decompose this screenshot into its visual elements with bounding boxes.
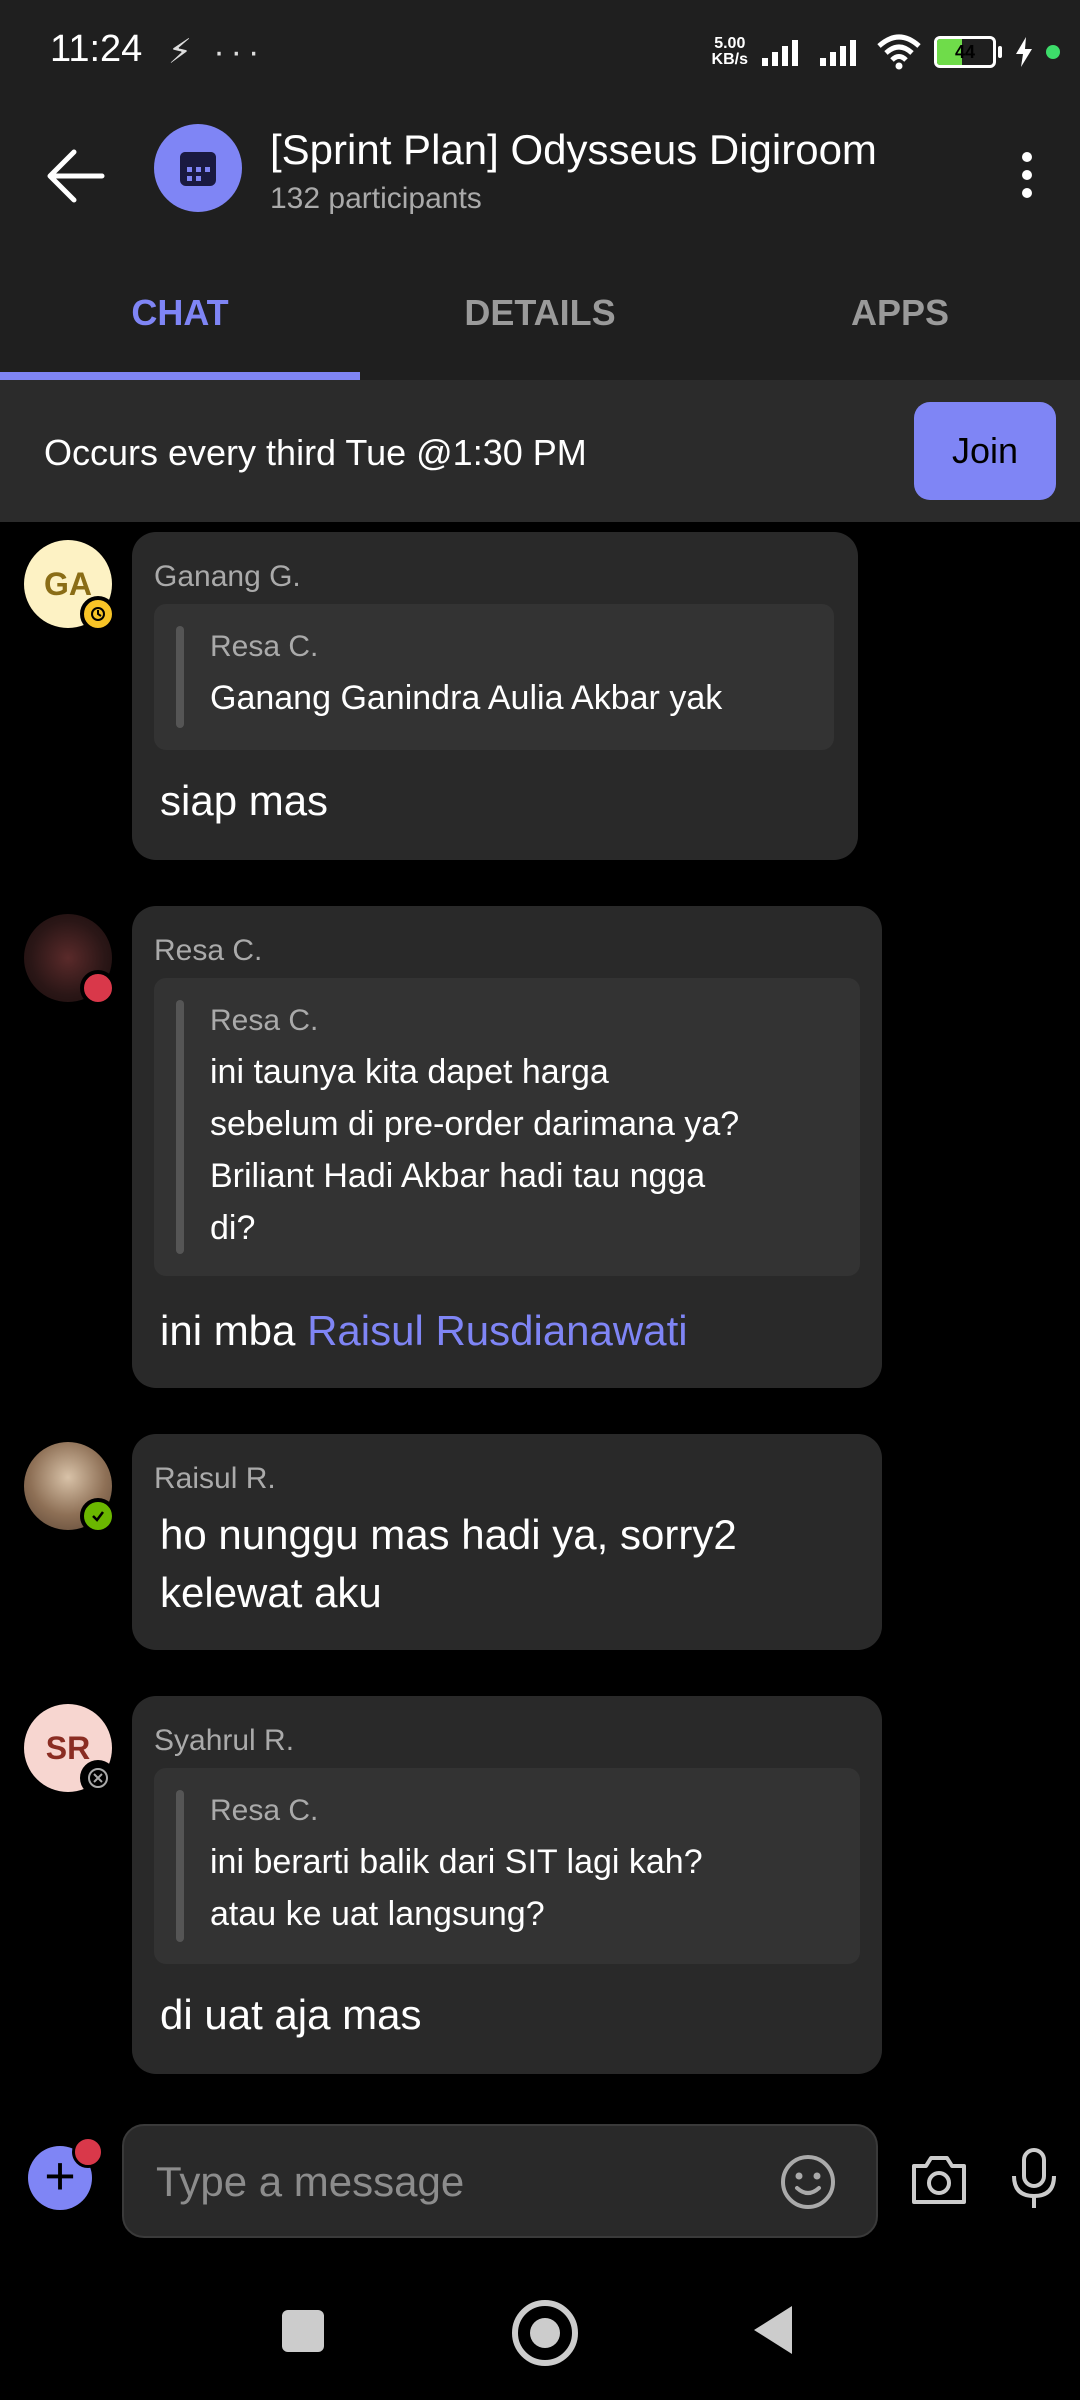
message: SR Syahrul R. Resa C. ini berarti balik …	[0, 1696, 1080, 2076]
quote-text: ini taunya kita dapet harga sebelum di p…	[210, 1046, 739, 1254]
recent-apps-button[interactable]	[282, 2310, 324, 2352]
back-button[interactable]	[40, 136, 120, 216]
network-speed: 5.00 KB/s	[712, 36, 748, 68]
more-dot	[1022, 170, 1032, 180]
status-bar: 11:24 ⚡ ··· 5.00 KB/s 44	[0, 0, 1080, 100]
quote-author: Resa C.	[210, 1004, 319, 1037]
tab-chat[interactable]: CHAT	[0, 250, 360, 380]
quote-line: sebelum di pre-order darimana ya?	[210, 1105, 740, 1143]
message-line: kelewat aku	[160, 1569, 382, 1616]
participant-count[interactable]: 132 participants	[270, 182, 482, 216]
sender-name: Syahrul R.	[154, 1724, 295, 1757]
tab-apps[interactable]: APPS	[720, 250, 1080, 380]
sender-name: Ganang G.	[154, 560, 301, 593]
quote-line: ini berarti balik dari SIT lagi kah?	[210, 1843, 703, 1881]
message: GA Ganang G. Resa C. Ganang Ganindra Aul…	[0, 532, 1080, 862]
quote-line: atau ke uat langsung?	[210, 1895, 545, 1933]
quote-author: Resa C.	[210, 630, 319, 663]
tab-details[interactable]: DETAILS	[360, 250, 720, 380]
network-speed-value: 5.00	[714, 35, 746, 52]
quote-bar	[176, 1000, 184, 1254]
quoted-reply[interactable]: Resa C. ini berarti balik dari SIT lagi …	[154, 1768, 860, 1964]
system-nav-bar	[0, 2270, 1080, 2400]
battery-level-text: 44	[954, 41, 976, 62]
message-text: siap mas	[160, 777, 329, 824]
message-bubble[interactable]: Ganang G. Resa C. Ganang Ganindra Aulia …	[132, 532, 858, 860]
signal-icon-2	[820, 40, 856, 66]
network-speed-unit: KB/s	[711, 51, 748, 68]
status-notification-icons: ⚡ ···	[168, 33, 266, 71]
chat-header: [Sprint Plan] Odysseus Digiroom 132 part…	[0, 100, 1080, 250]
wifi-icon	[877, 34, 921, 70]
quote-line: Briliant Hadi Akbar hadi tau ngga	[210, 1157, 706, 1195]
away-status-icon	[80, 596, 116, 632]
charging-icon	[1016, 37, 1032, 67]
quote-author: Resa C.	[210, 1794, 319, 1827]
home-button[interactable]	[512, 2300, 578, 2366]
quote-bar	[176, 626, 184, 728]
calendar-icon	[180, 152, 216, 186]
available-status-icon	[80, 1498, 116, 1534]
message-text: di uat aja mas	[160, 1991, 422, 2038]
status-right-icons: 5.00 KB/s 44	[712, 30, 1060, 74]
signal-icon	[762, 40, 798, 66]
quoted-reply[interactable]: Resa C. Ganang Ganindra Aulia Akbar yak	[154, 604, 834, 750]
battery-tip	[998, 46, 1002, 58]
message: Raisul R. ho nunggu mas hadi ya, sorry2 …	[0, 1434, 1080, 1652]
privacy-indicator-dot	[1046, 45, 1060, 59]
join-button[interactable]: Join	[914, 402, 1056, 500]
quote-text: Ganang Ganindra Aulia Akbar yak	[210, 679, 723, 717]
tab-bar: CHAT DETAILS APPS	[0, 250, 1080, 380]
quote-text: ini berarti balik dari SIT lagi kah? ata…	[210, 1836, 703, 1940]
mention-link[interactable]: Raisul Rusdianawati	[307, 1307, 688, 1354]
arrow-left-icon	[47, 149, 105, 203]
message-text: ini mba Raisul Rusdianawati	[160, 1302, 688, 1360]
message-text-prefix: ini mba	[160, 1307, 308, 1354]
notification-dot	[72, 2136, 104, 2168]
message-bubble[interactable]: Raisul R. ho nunggu mas hadi ya, sorry2 …	[132, 1434, 882, 1650]
meeting-recurrence: Occurs every third Tue @1:30 PM	[44, 432, 587, 473]
message-bubble[interactable]: Resa C. Resa C. ini taunya kita dapet ha…	[132, 906, 882, 1388]
home-dot	[530, 2318, 560, 2348]
message: Resa C. Resa C. ini taunya kita dapet ha…	[0, 906, 1080, 1390]
meeting-avatar[interactable]	[154, 124, 242, 212]
chat-title[interactable]: [Sprint Plan] Odysseus Digiroom	[270, 126, 877, 174]
system-back-button[interactable]	[754, 2306, 792, 2354]
more-dot	[1022, 188, 1032, 198]
battery-icon: 44	[934, 36, 996, 68]
quote-line: di?	[210, 1209, 256, 1247]
message-line: ho nunggu mas hadi ya, sorry2	[160, 1511, 737, 1558]
sender-name: Raisul R.	[154, 1462, 276, 1495]
meeting-banner: Occurs every third Tue @1:30 PM Join	[0, 380, 1080, 522]
quoted-reply[interactable]: Resa C. ini taunya kita dapet harga sebe…	[154, 978, 860, 1276]
quote-line: ini taunya kita dapet harga	[210, 1053, 609, 1091]
message-input-box[interactable]	[122, 2124, 878, 2238]
quote-bar	[176, 1790, 184, 1942]
offline-status-icon	[80, 1760, 116, 1796]
busy-status-icon	[80, 970, 116, 1006]
message-composer: +	[0, 2110, 1080, 2250]
more-dot	[1022, 152, 1032, 162]
status-time: 11:24	[50, 28, 143, 70]
sender-name: Resa C.	[154, 934, 263, 967]
camera-icon[interactable]	[908, 2152, 970, 2208]
microphone-icon[interactable]	[1008, 2146, 1060, 2212]
emoji-icon[interactable]	[778, 2152, 838, 2212]
message-input[interactable]	[154, 2126, 758, 2238]
message-text: ho nunggu mas hadi ya, sorry2 kelewat ak…	[160, 1506, 737, 1622]
message-bubble[interactable]: Syahrul R. Resa C. ini berarti balik dar…	[132, 1696, 882, 2074]
more-options-button[interactable]	[1002, 140, 1052, 210]
